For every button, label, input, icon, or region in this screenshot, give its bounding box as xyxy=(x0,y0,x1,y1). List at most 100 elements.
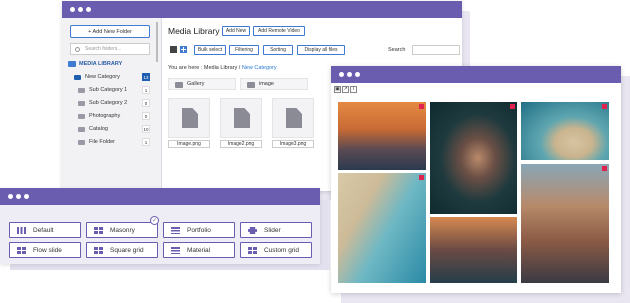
add-new-button[interactable]: Add New xyxy=(222,26,250,36)
layout-option-label: Slider xyxy=(264,226,281,234)
folder-count-badge: 0 xyxy=(142,99,150,107)
window-dot-icon xyxy=(347,72,352,77)
sidebar-scrollbar[interactable] xyxy=(156,22,158,62)
gallery-photo-crowded-beach[interactable] xyxy=(338,173,426,283)
folder-label: Photography xyxy=(89,113,121,119)
file-item[interactable]: Image2.png xyxy=(220,98,262,150)
window-dot-icon xyxy=(78,7,83,12)
masonry-icon xyxy=(94,227,103,234)
sorting-button[interactable]: Sorting xyxy=(263,45,293,55)
display-all-files-button[interactable]: Display all files xyxy=(297,45,345,55)
layout-option-label: Custom grid xyxy=(264,246,300,254)
layout-option-material[interactable]: Material xyxy=(163,242,235,258)
window-dot-icon xyxy=(24,194,29,199)
folder-icon xyxy=(78,100,85,106)
link-icon[interactable]: ↗ xyxy=(342,86,349,93)
window-dot-icon xyxy=(8,194,13,199)
gallery-photo-aerial-beach[interactable] xyxy=(521,102,609,160)
flow-slide-icon xyxy=(17,247,26,254)
folder-count-badge: 13 xyxy=(142,73,150,81)
slider-icon xyxy=(248,227,257,234)
media-library-heading[interactable]: MEDIA LIBRARY xyxy=(68,61,122,67)
add-remote-video-button[interactable]: Add Remote Video xyxy=(253,26,305,36)
layout-option-flow-slide[interactable]: Flow slide xyxy=(9,242,81,258)
folder-item-photography[interactable]: Photography 0 xyxy=(78,111,150,121)
square-grid-icon xyxy=(94,247,103,254)
file-thumbnail xyxy=(272,98,314,138)
bulk-select-button[interactable]: Bulk select xyxy=(194,45,226,55)
layout-window-titlebar xyxy=(0,188,320,205)
search-label: Search xyxy=(388,47,406,53)
folder-sidebar: + Add New Folder Search folders... MEDIA… xyxy=(62,18,162,191)
file-item[interactable]: Image3.png xyxy=(272,98,314,150)
delete-icon[interactable] xyxy=(602,104,607,109)
search-icon xyxy=(75,47,80,52)
folder-label: Catalog xyxy=(89,126,108,132)
folder-item-new-category[interactable]: New Category 13 xyxy=(74,72,150,82)
delete-icon[interactable] xyxy=(602,166,607,171)
media-search-input[interactable] xyxy=(412,45,460,55)
folder-item-sub-category-2[interactable]: Sub Category 2 0 xyxy=(78,98,150,108)
folder-label: Sub Category 2 xyxy=(89,100,128,106)
gallery-photo-sunset-sea[interactable] xyxy=(338,102,426,170)
folder-count-badge: 1 xyxy=(142,86,150,94)
page-title: Media Library xyxy=(168,26,220,36)
layout-option-masonry[interactable]: Masonry xyxy=(86,222,158,238)
folder-icon xyxy=(78,87,85,93)
add-new-folder-button[interactable]: + Add New Folder xyxy=(70,25,150,38)
image-icon[interactable]: ▣ xyxy=(334,86,341,93)
grid-view-icon[interactable] xyxy=(180,46,187,53)
stage: + Add New Folder Search folders... MEDIA… xyxy=(0,0,630,303)
file-item[interactable]: Image.png xyxy=(168,98,210,150)
media-window-titlebar xyxy=(62,1,462,18)
info-icon[interactable]: i xyxy=(350,86,357,93)
selected-check-icon: ✓ xyxy=(150,216,159,225)
folder-item-catalog[interactable]: Catalog 10 xyxy=(78,124,150,134)
breadcrumb-root[interactable]: Media Library xyxy=(204,65,237,71)
file-name: Image.png xyxy=(168,140,210,148)
layout-option-label: Masonry xyxy=(110,226,135,234)
layout-option-slider[interactable]: Slider xyxy=(240,222,312,238)
file-thumbnail xyxy=(220,98,262,138)
breadcrumb-prefix: You are here : xyxy=(168,65,203,71)
window-dot-icon xyxy=(16,194,21,199)
folder-item-file-folder[interactable]: File Folder 1 xyxy=(78,137,150,147)
window-dot-icon xyxy=(86,7,91,12)
media-toolbar: Bulk select Filtering Sorting Display al… xyxy=(166,45,460,57)
layout-option-portfolio[interactable]: Portfolio xyxy=(163,222,235,238)
breadcrumb-current: New Category xyxy=(241,65,277,71)
folder-count-badge: 10 xyxy=(142,125,150,133)
filtering-button[interactable]: Filtering xyxy=(229,45,259,55)
gallery-window: ▣ ↗ i xyxy=(331,66,621,293)
gallery-photo-person-water[interactable] xyxy=(430,102,517,214)
folder-count-badge: 1 xyxy=(142,138,150,146)
folder-tile-label: image xyxy=(259,81,274,87)
list-view-icon[interactable] xyxy=(170,46,177,53)
delete-icon[interactable] xyxy=(419,175,424,180)
gallery-photo-sunset-rocks[interactable] xyxy=(430,217,517,283)
window-dot-icon xyxy=(339,72,344,77)
folder-item-sub-category-1[interactable]: Sub Category 1 1 xyxy=(78,85,150,95)
layout-option-custom-grid[interactable]: Custom grid xyxy=(240,242,312,258)
folder-search-input[interactable]: Search folders... xyxy=(70,43,150,55)
delete-icon[interactable] xyxy=(419,104,424,109)
folder-tile-gallery[interactable]: Gallery xyxy=(168,78,236,90)
folder-tile-image[interactable]: image xyxy=(240,78,308,90)
portfolio-icon xyxy=(171,227,180,234)
gallery-photo-coastal-cliffs[interactable] xyxy=(521,164,609,283)
delete-icon[interactable] xyxy=(510,104,515,109)
folder-icon xyxy=(247,82,255,88)
folder-icon xyxy=(78,139,85,145)
window-dot-icon xyxy=(70,7,75,12)
gallery-toolbar: ▣ ↗ i xyxy=(334,86,357,94)
file-thumbnail xyxy=(168,98,210,138)
media-library-label: MEDIA LIBRARY xyxy=(79,61,123,67)
media-library-icon xyxy=(68,61,76,67)
layout-option-square-grid[interactable]: Square grid xyxy=(86,242,158,258)
file-icon xyxy=(234,108,250,128)
material-icon xyxy=(171,247,180,254)
layout-option-default[interactable]: Default xyxy=(9,222,81,238)
folder-count-badge: 0 xyxy=(142,112,150,120)
folder-search-placeholder: Search folders... xyxy=(85,46,122,52)
folder-label: New Category xyxy=(85,74,120,80)
